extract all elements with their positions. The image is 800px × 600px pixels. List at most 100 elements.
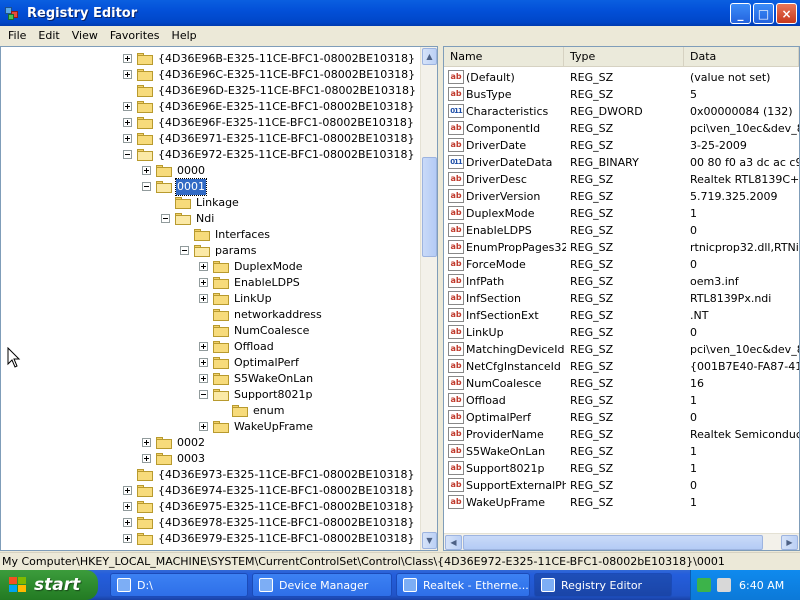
- menu-file[interactable]: File: [2, 29, 32, 42]
- tree-node[interactable]: {4D36E96F-E325-11CE-BFC1-08002BE10318}: [1, 115, 421, 131]
- registry-value-row[interactable]: ab NumCoalesce REG_SZ 16: [444, 375, 799, 392]
- tree-node[interactable]: Linkage: [1, 195, 421, 211]
- tree-node-label[interactable]: 0000: [176, 163, 206, 179]
- tree-node[interactable]: 0003: [1, 451, 421, 467]
- tree-node[interactable]: {4D36E96C-E325-11CE-BFC1-08002BE10318}: [1, 67, 421, 83]
- expand-icon[interactable]: [142, 166, 151, 175]
- registry-value-row[interactable]: ab EnumPropPages32 REG_SZ rtnicprop32.dll,R…: [444, 239, 799, 256]
- registry-value-row[interactable]: 011 Characteristics REG_DWORD 0x00000084 (1…: [444, 103, 799, 120]
- tree-node[interactable]: 0001: [1, 178, 421, 196]
- expand-icon[interactable]: [123, 534, 132, 543]
- expand-icon[interactable]: [199, 262, 208, 271]
- menu-edit[interactable]: Edit: [32, 29, 65, 42]
- task-button-d-drive[interactable]: D:\: [110, 573, 248, 597]
- task-button-realtek[interactable]: Realtek - Etherne...: [396, 573, 530, 597]
- column-type[interactable]: Type: [564, 47, 684, 67]
- tree-node-label[interactable]: {4D36E96F-E325-11CE-BFC1-08002BE10318}: [157, 115, 415, 131]
- collapse-icon[interactable]: [199, 390, 208, 399]
- tree-node[interactable]: LinkUp: [1, 291, 421, 307]
- tree-node-label[interactable]: 0002: [176, 435, 206, 451]
- registry-value-row[interactable]: ab LinkUp REG_SZ 0: [444, 324, 799, 341]
- tree-node-label[interactable]: S5WakeOnLan: [233, 371, 314, 387]
- registry-value-row[interactable]: ab DriverDate REG_SZ 3-25-2009: [444, 137, 799, 154]
- column-data[interactable]: Data: [684, 47, 799, 67]
- tree-node[interactable]: OptimalPerf: [1, 355, 421, 371]
- registry-value-row[interactable]: ab SupportExternalPhy REG_SZ 0: [444, 477, 799, 494]
- menu-favorites[interactable]: Favorites: [104, 29, 166, 42]
- tree-node-label[interactable]: {4D36E974-E325-11CE-BFC1-08002BE10318}: [157, 483, 416, 499]
- tree-node[interactable]: enum: [1, 403, 421, 419]
- tree-node-label[interactable]: networkaddress: [233, 307, 323, 323]
- tree-node-label[interactable]: {4D36E96B-E325-11CE-BFC1-08002BE10318}: [157, 51, 416, 67]
- menu-help[interactable]: Help: [166, 29, 203, 42]
- registry-value-row[interactable]: 011 DriverDateData REG_BINARY 00 80 f0 a3 d…: [444, 154, 799, 171]
- expand-icon[interactable]: [199, 358, 208, 367]
- expand-icon[interactable]: [123, 486, 132, 495]
- tree-node-label[interactable]: 0001: [175, 178, 207, 196]
- tree-node-label[interactable]: {4D36E971-E325-11CE-BFC1-08002BE10318}: [157, 131, 416, 147]
- registry-value-row[interactable]: ab EnableLDPS REG_SZ 0: [444, 222, 799, 239]
- tree-node[interactable]: 0000: [1, 163, 421, 179]
- expand-icon[interactable]: [199, 278, 208, 287]
- collapse-icon[interactable]: [142, 182, 151, 191]
- expand-icon[interactable]: [142, 438, 151, 447]
- expand-icon[interactable]: [123, 102, 132, 111]
- tree-node-label[interactable]: Interfaces: [214, 227, 271, 243]
- registry-value-row[interactable]: ab BusType REG_SZ 5: [444, 86, 799, 103]
- registry-value-row[interactable]: ab Offload REG_SZ 1: [444, 392, 799, 409]
- tree-node-label[interactable]: Support8021p: [233, 387, 313, 403]
- tree-node-label[interactable]: Ndi: [195, 211, 215, 227]
- registry-value-row[interactable]: ab WakeUpFrame REG_SZ 1: [444, 494, 799, 511]
- registry-values-pane[interactable]: Name Type Data ◀ ▶ ab (Default) REG_SZ (val…: [443, 46, 800, 551]
- tree-node[interactable]: {4D36E96B-E325-11CE-BFC1-08002BE10318}: [1, 51, 421, 67]
- horizontal-scroll-thumb[interactable]: [463, 535, 763, 550]
- registry-tree-pane[interactable]: ▲ ▼ {4D36E96B-E325-11CE-BFC1-08002BE1031…: [0, 46, 438, 551]
- minimize-button[interactable]: _: [730, 3, 751, 24]
- expand-icon[interactable]: [199, 342, 208, 351]
- tree-node[interactable]: Interfaces: [1, 227, 421, 243]
- registry-value-row[interactable]: ab ForceMode REG_SZ 0: [444, 256, 799, 273]
- tree-node[interactable]: networkaddress: [1, 307, 421, 323]
- tree-node-label[interactable]: {4D36E96D-E325-11CE-BFC1-08002BE10318}: [157, 83, 417, 99]
- tree-node[interactable]: Ndi: [1, 211, 421, 227]
- menu-view[interactable]: View: [66, 29, 104, 42]
- registry-value-row[interactable]: ab InfSectionExt REG_SZ .NT: [444, 307, 799, 324]
- tree-node[interactable]: {4D36E973-E325-11CE-BFC1-08002BE10318}: [1, 467, 421, 483]
- tree-node-label[interactable]: {4D36E975-E325-11CE-BFC1-08002BE10318}: [157, 499, 416, 515]
- expand-icon[interactable]: [123, 518, 132, 527]
- tree-node[interactable]: 0002: [1, 435, 421, 451]
- task-button-device-manager[interactable]: Device Manager: [252, 573, 392, 597]
- registry-value-row[interactable]: abDriverDesc REG_SZ Realtek RTL8139C+ Fa: [444, 171, 799, 188]
- tree-node-label[interactable]: EnableLDPS: [233, 275, 301, 291]
- tree-node-label[interactable]: params: [214, 243, 257, 259]
- tree-node[interactable]: EnableLDPS: [1, 275, 421, 291]
- expand-icon[interactable]: [142, 454, 151, 463]
- tree-node-label[interactable]: {4D36E96C-E325-11CE-BFC1-08002BE10318}: [157, 67, 416, 83]
- start-button[interactable]: start: [0, 570, 98, 600]
- registry-value-row[interactable]: ab ComponentId REG_SZ pci\ven_10ec&dev_81: [444, 120, 799, 137]
- registry-value-row[interactable]: ab DriverVersion REG_SZ 5.719.325.2009: [444, 188, 799, 205]
- tree-node-label[interactable]: Offload: [233, 339, 275, 355]
- registry-value-row[interactable]: ab MatchingDeviceId REG_SZ pci\ven_10ec&dev…: [444, 341, 799, 358]
- maximize-button[interactable]: □: [753, 3, 774, 24]
- task-button-registry-editor[interactable]: Registry Editor: [534, 573, 672, 597]
- registry-value-row[interactable]: ab DuplexMode REG_SZ 1: [444, 205, 799, 222]
- tree-node-label[interactable]: {4D36E973-E325-11CE-BFC1-08002BE10318}: [157, 467, 416, 483]
- tree-node[interactable]: {4D36E972-E325-11CE-BFC1-08002BE10318}: [1, 147, 421, 163]
- expand-icon[interactable]: [123, 54, 132, 63]
- volume-tray-icon[interactable]: [717, 578, 731, 592]
- tree-node-label[interactable]: OptimalPerf: [233, 355, 300, 371]
- registry-value-row[interactable]: ab NetCfgInstanceId REG_SZ {001B7E40-FA87-4…: [444, 358, 799, 375]
- tree-node-label[interactable]: LinkUp: [233, 291, 273, 307]
- tree-node-label[interactable]: {4D36E972-E325-11CE-BFC1-08002BE10318}: [157, 147, 416, 163]
- tree-node-label[interactable]: {4D36E979-E325-11CE-BFC1-08002BE10318}: [157, 531, 416, 547]
- title-bar[interactable]: Registry Editor _ □ ×: [0, 0, 800, 26]
- registry-value-row[interactable]: ab OptimalPerf REG_SZ 0: [444, 409, 799, 426]
- registry-value-row[interactable]: ab InfSection REG_SZ RTL8139Px.ndi: [444, 290, 799, 307]
- tree-node[interactable]: {4D36E975-E325-11CE-BFC1-08002BE10318}: [1, 499, 421, 515]
- tree-node[interactable]: {4D36E96E-E325-11CE-BFC1-08002BE10318}: [1, 99, 421, 115]
- tree-node[interactable]: {4D36E978-E325-11CE-BFC1-08002BE10318}: [1, 515, 421, 531]
- scroll-up-button[interactable]: ▲: [422, 48, 437, 65]
- registry-value-row[interactable]: ab (Default) REG_SZ (value not set): [444, 69, 799, 86]
- tree-node-label[interactable]: enum: [252, 403, 285, 419]
